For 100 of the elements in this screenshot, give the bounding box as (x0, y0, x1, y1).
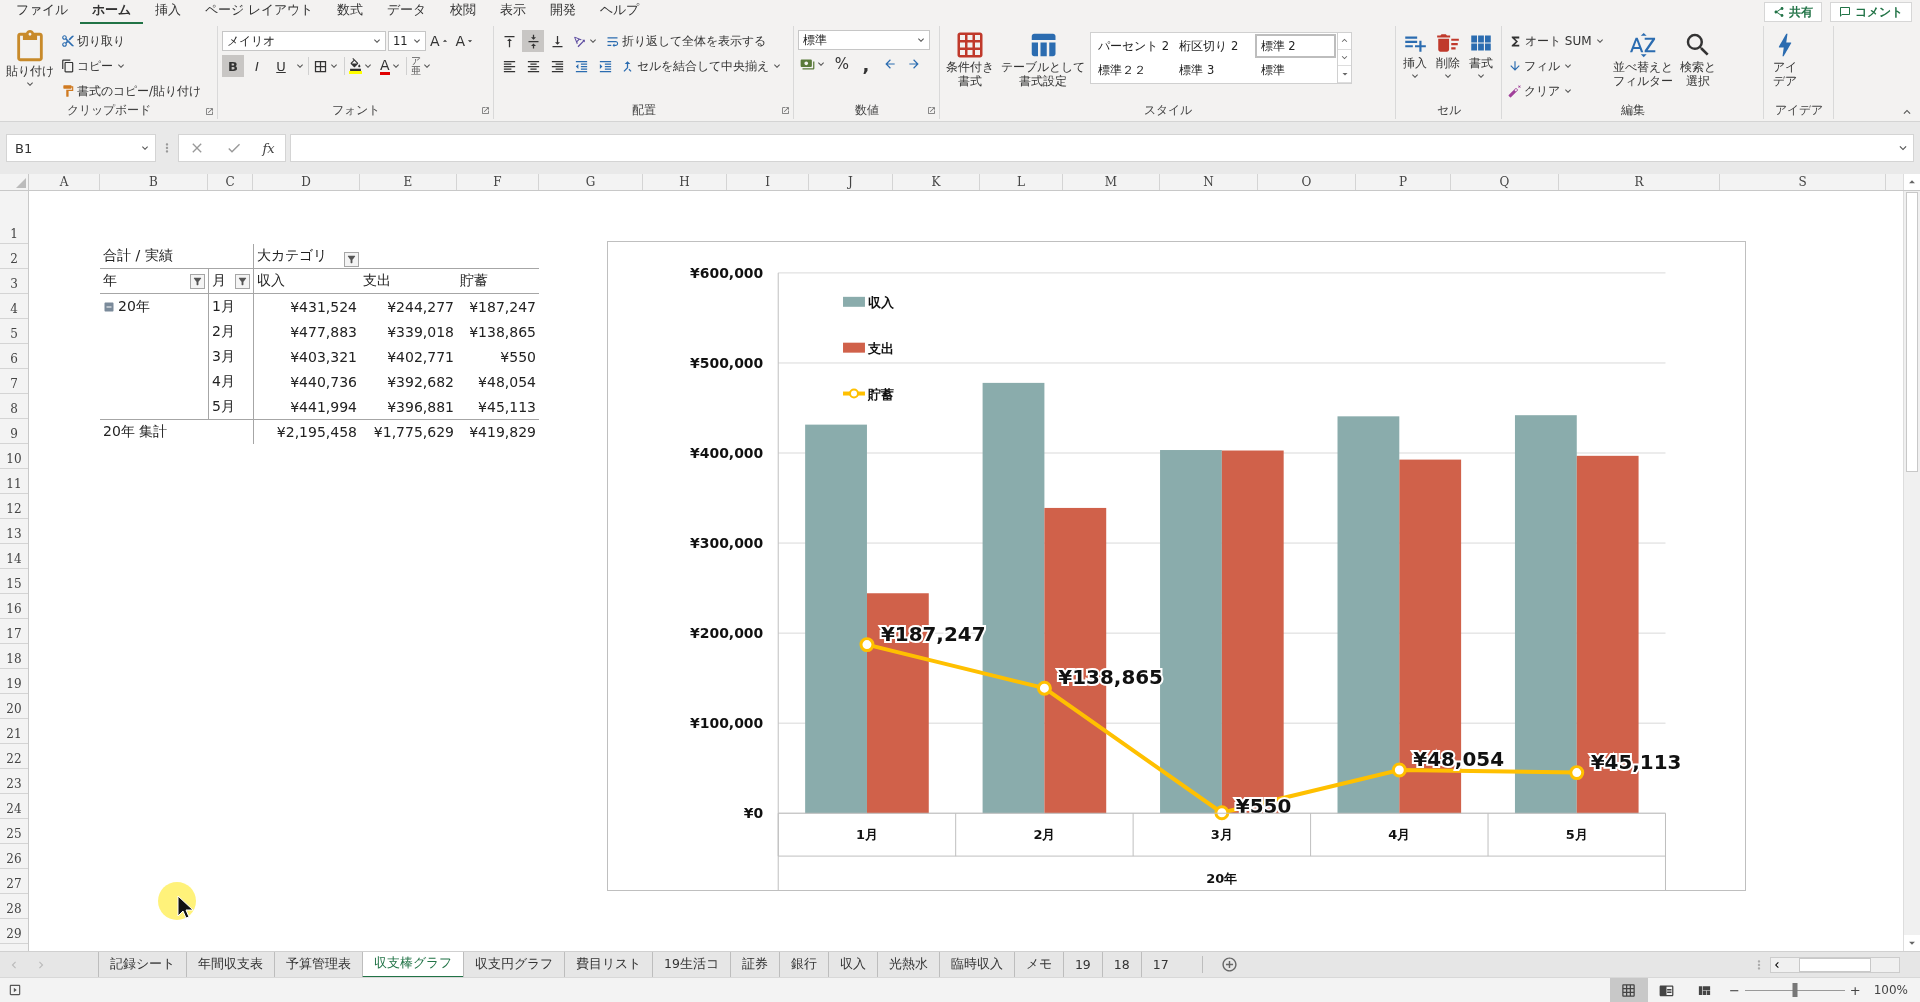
column-header[interactable]: E (360, 174, 457, 190)
ribbon-tab[interactable]: 校閲 (438, 0, 488, 25)
row-header[interactable]: 19 (0, 669, 28, 694)
paste-button[interactable]: 貼り付け (4, 30, 56, 102)
italic-button[interactable]: I (246, 55, 268, 77)
sort-filter-button[interactable]: 並べ替えと フィルター (1610, 30, 1675, 102)
row-header[interactable]: 11 (0, 469, 28, 494)
row-header[interactable]: 2 (0, 244, 28, 269)
cell-style-item[interactable]: 桁区切り 2 (1173, 34, 1255, 58)
underline-button[interactable]: U (270, 55, 292, 77)
row-header[interactable]: 3 (0, 269, 28, 294)
column-header[interactable]: L (980, 174, 1063, 190)
column-header[interactable]: N (1160, 174, 1258, 190)
cell-style-item[interactable]: 標準 2 (1254, 34, 1336, 58)
cell-style-item[interactable]: 標準 3 (1173, 58, 1255, 82)
ribbon-tab[interactable]: 表示 (488, 0, 538, 25)
cell-style-item[interactable]: パーセント 2 (1092, 34, 1174, 58)
cell-style-item[interactable]: 標準 (1254, 58, 1336, 82)
macro-record-icon[interactable] (8, 983, 22, 997)
format-painter-button[interactable]: 書式のコピー/貼り付け (59, 80, 204, 102)
clear-button[interactable]: クリア (1506, 80, 1608, 102)
fill-button[interactable]: フィル (1506, 55, 1608, 77)
dialog-launcher-icon[interactable] (927, 106, 936, 115)
row-header[interactable]: 18 (0, 644, 28, 669)
percent-button[interactable]: % (831, 53, 853, 75)
ribbon-tab[interactable]: 開発 (538, 0, 588, 25)
row-header[interactable]: 21 (0, 719, 28, 744)
row-header[interactable]: 8 (0, 394, 28, 419)
row-header[interactable]: 24 (0, 794, 28, 819)
cell-style-item[interactable]: 標準２２ (1092, 58, 1174, 82)
filter-button[interactable] (344, 251, 359, 267)
grow-font-button[interactable]: A (428, 30, 452, 52)
number-format-select[interactable]: 標準 (798, 30, 930, 50)
row-header[interactable]: 16 (0, 594, 28, 619)
share-button[interactable]: 共有 (1764, 2, 1822, 22)
ribbon-tab[interactable]: 挿入 (143, 0, 193, 25)
ideas-button[interactable]: アイ デア (1768, 30, 1802, 101)
column-header[interactable]: S (1720, 174, 1886, 190)
column-header[interactable]: I (727, 174, 809, 190)
wrap-text-button[interactable]: 折り返して全体を表示する (603, 30, 768, 52)
ribbon-tab[interactable]: ページ レイアウト (193, 0, 325, 25)
dialog-launcher-icon[interactable] (205, 107, 214, 116)
row-header[interactable]: 23 (0, 769, 28, 794)
column-header[interactable]: G (539, 174, 643, 190)
ribbon-tab[interactable]: ヘルプ (588, 0, 651, 25)
row-header[interactable]: 6 (0, 344, 28, 369)
phonetic-button[interactable]: ア 亜 (408, 55, 435, 77)
font-color-button[interactable]: A (378, 55, 404, 77)
zoom-out-button[interactable]: − (1723, 982, 1745, 998)
row-header[interactable]: 9 (0, 419, 28, 444)
row-header[interactable]: 27 (0, 869, 28, 894)
row-header[interactable]: 1 (0, 191, 28, 244)
row-header[interactable]: 17 (0, 619, 28, 644)
column-header[interactable]: M (1063, 174, 1160, 190)
cut-button[interactable]: 切り取り (59, 30, 204, 52)
font-size-select[interactable]: 11 (388, 31, 426, 51)
delete-cells-button[interactable]: 削除 (1433, 30, 1463, 101)
column-header[interactable]: B (100, 174, 208, 190)
column-header[interactable]: K (893, 174, 980, 190)
comma-style-button[interactable]: , (855, 53, 877, 75)
autosum-button[interactable]: オート SUM (1506, 30, 1608, 52)
font-name-select[interactable]: メイリオ (222, 31, 386, 51)
format-cells-button[interactable]: 書式 (1466, 30, 1496, 101)
bold-button[interactable]: B (222, 55, 244, 77)
zoom-in-button[interactable]: + (1844, 982, 1866, 998)
row-header[interactable]: 10 (0, 444, 28, 469)
row-header[interactable]: 26 (0, 844, 28, 869)
zoom-thumb[interactable] (1792, 983, 1798, 997)
find-select-button[interactable]: 検索と 選択 (1677, 30, 1718, 102)
ribbon-tab[interactable]: 数式 (325, 0, 375, 25)
ribbon-tab[interactable]: ファイル (4, 0, 80, 25)
row-header[interactable]: 14 (0, 544, 28, 569)
name-box[interactable]: B1 (6, 134, 156, 162)
row-header[interactable]: 12 (0, 494, 28, 519)
dialog-launcher-icon[interactable] (781, 106, 790, 115)
column-header[interactable]: D (253, 174, 360, 190)
row-header[interactable]: 28 (0, 894, 28, 919)
row-header[interactable]: 7 (0, 369, 28, 394)
conditional-formatting-button[interactable]: 条件付き 書式 (944, 30, 996, 101)
column-header[interactable]: O (1258, 174, 1356, 190)
format-as-table-button[interactable]: テーブルとして 書式設定 (999, 30, 1087, 101)
column-header[interactable]: P (1356, 174, 1451, 190)
column-header[interactable]: R (1559, 174, 1720, 190)
dialog-launcher-icon[interactable] (481, 106, 490, 115)
column-header[interactable]: A (29, 174, 100, 190)
insert-cells-button[interactable]: 挿入 (1400, 30, 1430, 101)
insert-function-button[interactable]: fx (262, 140, 275, 156)
copy-button[interactable]: コピー (59, 55, 204, 77)
scroll-thumb[interactable] (1799, 957, 1871, 972)
column-header[interactable]: C (208, 174, 253, 190)
shrink-font-button[interactable]: A (453, 30, 478, 52)
comment-button[interactable]: コメント (1830, 2, 1912, 22)
row-header[interactable]: 5 (0, 319, 28, 344)
formula-input[interactable] (290, 134, 1914, 162)
ribbon-tab[interactable]: データ (375, 0, 438, 25)
merge-center-button[interactable]: セルを結合して中央揃え (618, 55, 785, 77)
column-header[interactable]: H (643, 174, 727, 190)
row-header[interactable]: 25 (0, 819, 28, 844)
zoom-level[interactable]: 100% (1865, 983, 1920, 997)
row-header[interactable]: 29 (0, 919, 28, 944)
